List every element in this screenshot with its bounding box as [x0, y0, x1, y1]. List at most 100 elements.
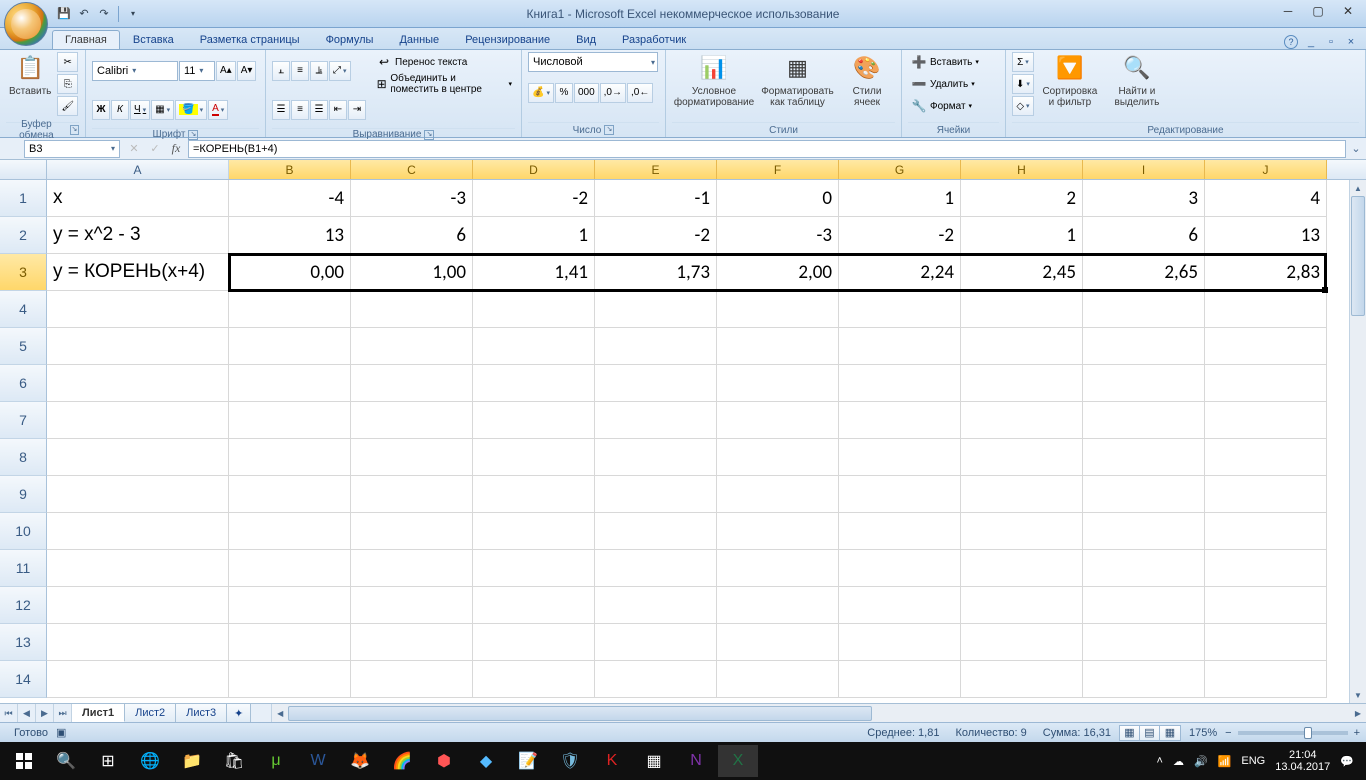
minimize-button[interactable]: ─	[1274, 2, 1302, 20]
border-button[interactable]: ▦	[151, 100, 174, 120]
vertical-scrollbar[interactable]: ▲ ▼	[1349, 180, 1366, 703]
normal-view-button[interactable]: ▦	[1120, 726, 1140, 740]
autosum-button[interactable]: Σ	[1012, 52, 1034, 72]
cell-F2[interactable]: -3	[717, 217, 839, 254]
cell-H11[interactable]	[961, 550, 1083, 587]
fill-color-button[interactable]: 🪣	[175, 100, 207, 120]
cell-D1[interactable]: -2	[473, 180, 595, 217]
row-header-6[interactable]: 6	[0, 365, 47, 402]
cell-J5[interactable]	[1205, 328, 1327, 365]
sort-filter-button[interactable]: 🔽Сортировка и фильтр	[1037, 52, 1103, 108]
explorer-icon[interactable]: 📁	[172, 745, 212, 777]
cell-G10[interactable]	[839, 513, 961, 550]
cell-F1[interactable]: 0	[717, 180, 839, 217]
row-header-13[interactable]: 13	[0, 624, 47, 661]
cell-B2[interactable]: 13	[229, 217, 351, 254]
page-layout-view-button[interactable]: ▤	[1140, 726, 1160, 740]
cell-E14[interactable]	[595, 661, 717, 698]
cell-E13[interactable]	[595, 624, 717, 661]
align-right-button[interactable]: ☰	[310, 100, 328, 120]
number-format-combo[interactable]: Числовой▾	[528, 52, 658, 72]
column-header-C[interactable]: C	[351, 160, 473, 179]
onenote-icon[interactable]: N	[676, 745, 716, 777]
cell-E10[interactable]	[595, 513, 717, 550]
chrome-icon[interactable]: 🌈	[382, 745, 422, 777]
cell-D8[interactable]	[473, 439, 595, 476]
cell-J6[interactable]	[1205, 365, 1327, 402]
cell-A3[interactable]: y = КОРЕНЬ(x+4)	[47, 254, 229, 291]
cell-J7[interactable]	[1205, 402, 1327, 439]
sheet-nav-next-icon[interactable]: ▶	[36, 704, 54, 722]
cell-E12[interactable]	[595, 587, 717, 624]
format-as-table-button[interactable]: ▦Форматировать как таблицу	[759, 52, 836, 108]
sheet-tab-1[interactable]: Лист1	[72, 704, 125, 722]
row-header-5[interactable]: 5	[0, 328, 47, 365]
utorrent-icon[interactable]: μ	[256, 745, 296, 777]
cell-B3[interactable]: 0,00	[229, 254, 351, 291]
cell-H5[interactable]	[961, 328, 1083, 365]
tab-developer[interactable]: Разработчик	[609, 30, 699, 49]
row-header-1[interactable]: 1	[0, 180, 47, 217]
row-header-3[interactable]: 3	[0, 254, 47, 291]
cell-B9[interactable]	[229, 476, 351, 513]
cell-B8[interactable]	[229, 439, 351, 476]
align-dialog-icon[interactable]: ↘	[424, 130, 434, 140]
cell-A9[interactable]	[47, 476, 229, 513]
font-color-button[interactable]: A	[208, 100, 228, 120]
comma-button[interactable]: 000	[574, 83, 599, 103]
cell-F12[interactable]	[717, 587, 839, 624]
delete-cells-button[interactable]: ➖Удалить▾	[908, 74, 982, 94]
shrink-font-button[interactable]: A▾	[237, 61, 257, 81]
cell-B6[interactable]	[229, 365, 351, 402]
cell-G6[interactable]	[839, 365, 961, 402]
number-dialog-icon[interactable]: ↘	[604, 125, 614, 135]
column-header-G[interactable]: G	[839, 160, 961, 179]
edge-icon[interactable]: 🌐	[130, 745, 170, 777]
cell-H8[interactable]	[961, 439, 1083, 476]
cell-F13[interactable]	[717, 624, 839, 661]
cell-B7[interactable]	[229, 402, 351, 439]
macro-record-icon[interactable]: ▣	[56, 726, 66, 739]
cell-I12[interactable]	[1083, 587, 1205, 624]
cell-B14[interactable]	[229, 661, 351, 698]
cell-D11[interactable]	[473, 550, 595, 587]
app-icon-3[interactable]: 🛡	[550, 745, 590, 777]
ribbon-minimize-icon[interactable]: _	[1304, 35, 1318, 49]
tray-network-icon[interactable]: 📶	[1218, 755, 1232, 768]
notepadpp-icon[interactable]: 📝	[508, 745, 548, 777]
row-header-14[interactable]: 14	[0, 661, 47, 698]
word-icon[interactable]: W	[298, 745, 338, 777]
cell-D5[interactable]	[473, 328, 595, 365]
cell-D6[interactable]	[473, 365, 595, 402]
cell-J14[interactable]	[1205, 661, 1327, 698]
cell-styles-button[interactable]: 🎨Стили ячеек	[839, 52, 895, 108]
row-header-2[interactable]: 2	[0, 217, 47, 254]
horizontal-scrollbar[interactable]: ◀ ▶	[271, 704, 1366, 722]
scroll-left-icon[interactable]: ◀	[272, 709, 288, 718]
expand-formula-bar-icon[interactable]: ⌄	[1348, 142, 1364, 155]
conditional-format-button[interactable]: 📊Условное форматирование	[672, 52, 756, 108]
hscroll-thumb[interactable]	[288, 706, 872, 721]
cell-E9[interactable]	[595, 476, 717, 513]
cell-I11[interactable]	[1083, 550, 1205, 587]
cell-H4[interactable]	[961, 291, 1083, 328]
tab-view[interactable]: Вид	[563, 30, 609, 49]
cell-C7[interactable]	[351, 402, 473, 439]
tab-layout[interactable]: Разметка страницы	[187, 30, 313, 49]
vscroll-thumb[interactable]	[1351, 196, 1365, 316]
cell-E4[interactable]	[595, 291, 717, 328]
cell-C14[interactable]	[351, 661, 473, 698]
cell-C10[interactable]	[351, 513, 473, 550]
cell-B12[interactable]	[229, 587, 351, 624]
cell-I8[interactable]	[1083, 439, 1205, 476]
tray-onedrive-icon[interactable]: ☁	[1173, 755, 1184, 768]
cell-F5[interactable]	[717, 328, 839, 365]
cell-B11[interactable]	[229, 550, 351, 587]
cut-button[interactable]: ✂	[57, 52, 78, 72]
cell-C2[interactable]: 6	[351, 217, 473, 254]
tab-home[interactable]: Главная	[52, 30, 120, 49]
cell-G12[interactable]	[839, 587, 961, 624]
row-header-11[interactable]: 11	[0, 550, 47, 587]
cell-E5[interactable]	[595, 328, 717, 365]
cell-D7[interactable]	[473, 402, 595, 439]
